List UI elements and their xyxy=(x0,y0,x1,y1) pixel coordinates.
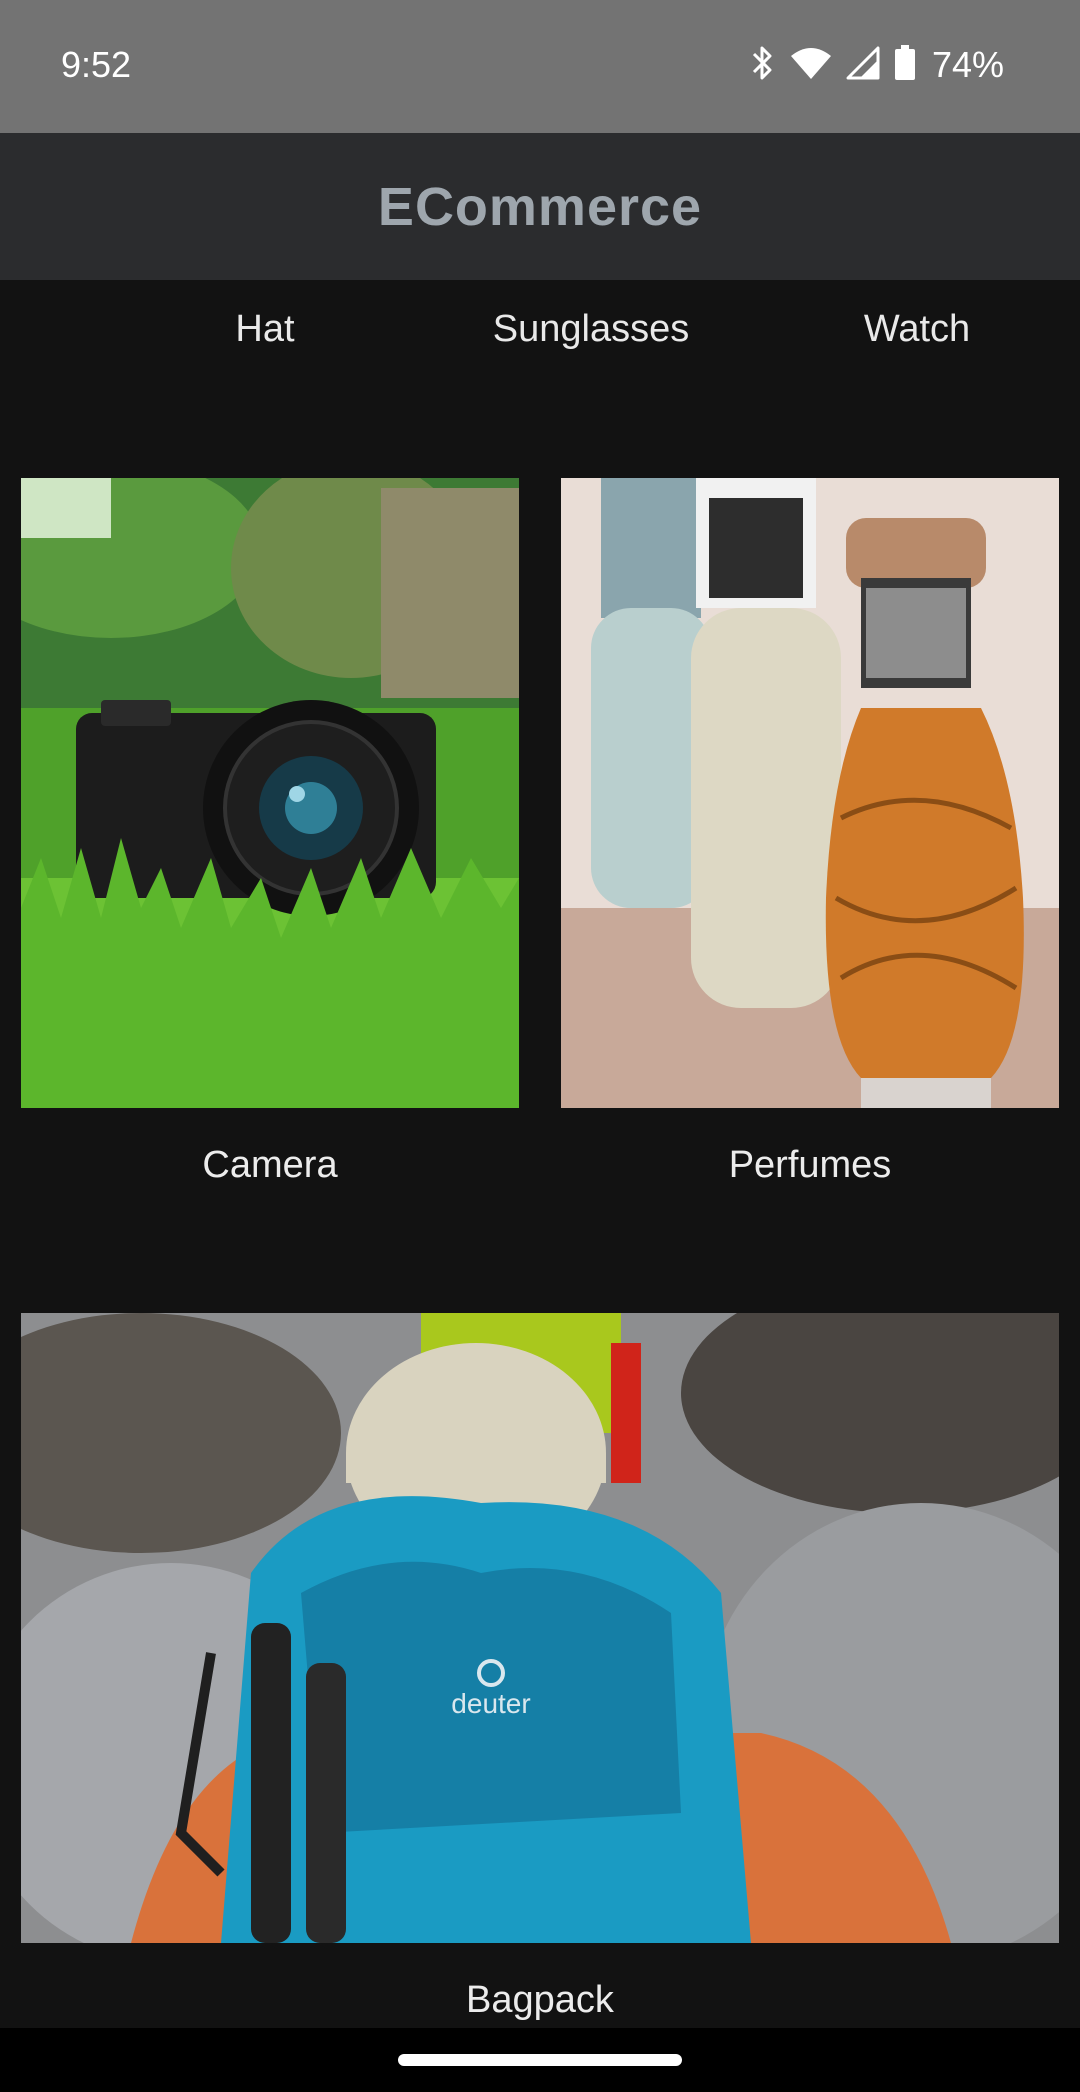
bagpack-image[interactable]: deuter xyxy=(21,1313,1059,1943)
bluetooth-icon xyxy=(750,45,776,86)
tab-hat[interactable]: Hat xyxy=(235,308,294,351)
camera-image[interactable] xyxy=(21,478,519,1108)
perfumes-image[interactable] xyxy=(561,478,1059,1108)
product-label-bagpack[interactable]: Bagpack xyxy=(466,1979,614,2022)
app-title: ECommerce xyxy=(377,176,703,237)
status-time: 9:52 xyxy=(61,44,132,85)
svg-text:deuter: deuter xyxy=(451,1688,530,1719)
tab-sunglasses[interactable]: Sunglasses xyxy=(493,308,689,351)
status-bar: 9:52 74% xyxy=(0,0,1080,133)
product-label-camera[interactable]: Camera xyxy=(202,1144,337,1187)
signal-icon xyxy=(846,46,880,85)
status-icons: 74% xyxy=(750,40,1004,90)
app-bar: ECommerce xyxy=(0,133,1080,280)
tab-watch[interactable]: Watch xyxy=(864,308,970,351)
wifi-icon xyxy=(790,46,832,85)
battery-icon xyxy=(894,44,916,86)
battery-percentage: 74% xyxy=(931,44,1004,85)
category-tabs: Hat Sunglasses Watch xyxy=(0,280,1080,380)
product-label-perfumes[interactable]: Perfumes xyxy=(729,1144,892,1187)
system-nav-bar xyxy=(0,2028,1080,2092)
home-gesture-handle[interactable] xyxy=(398,2054,682,2066)
